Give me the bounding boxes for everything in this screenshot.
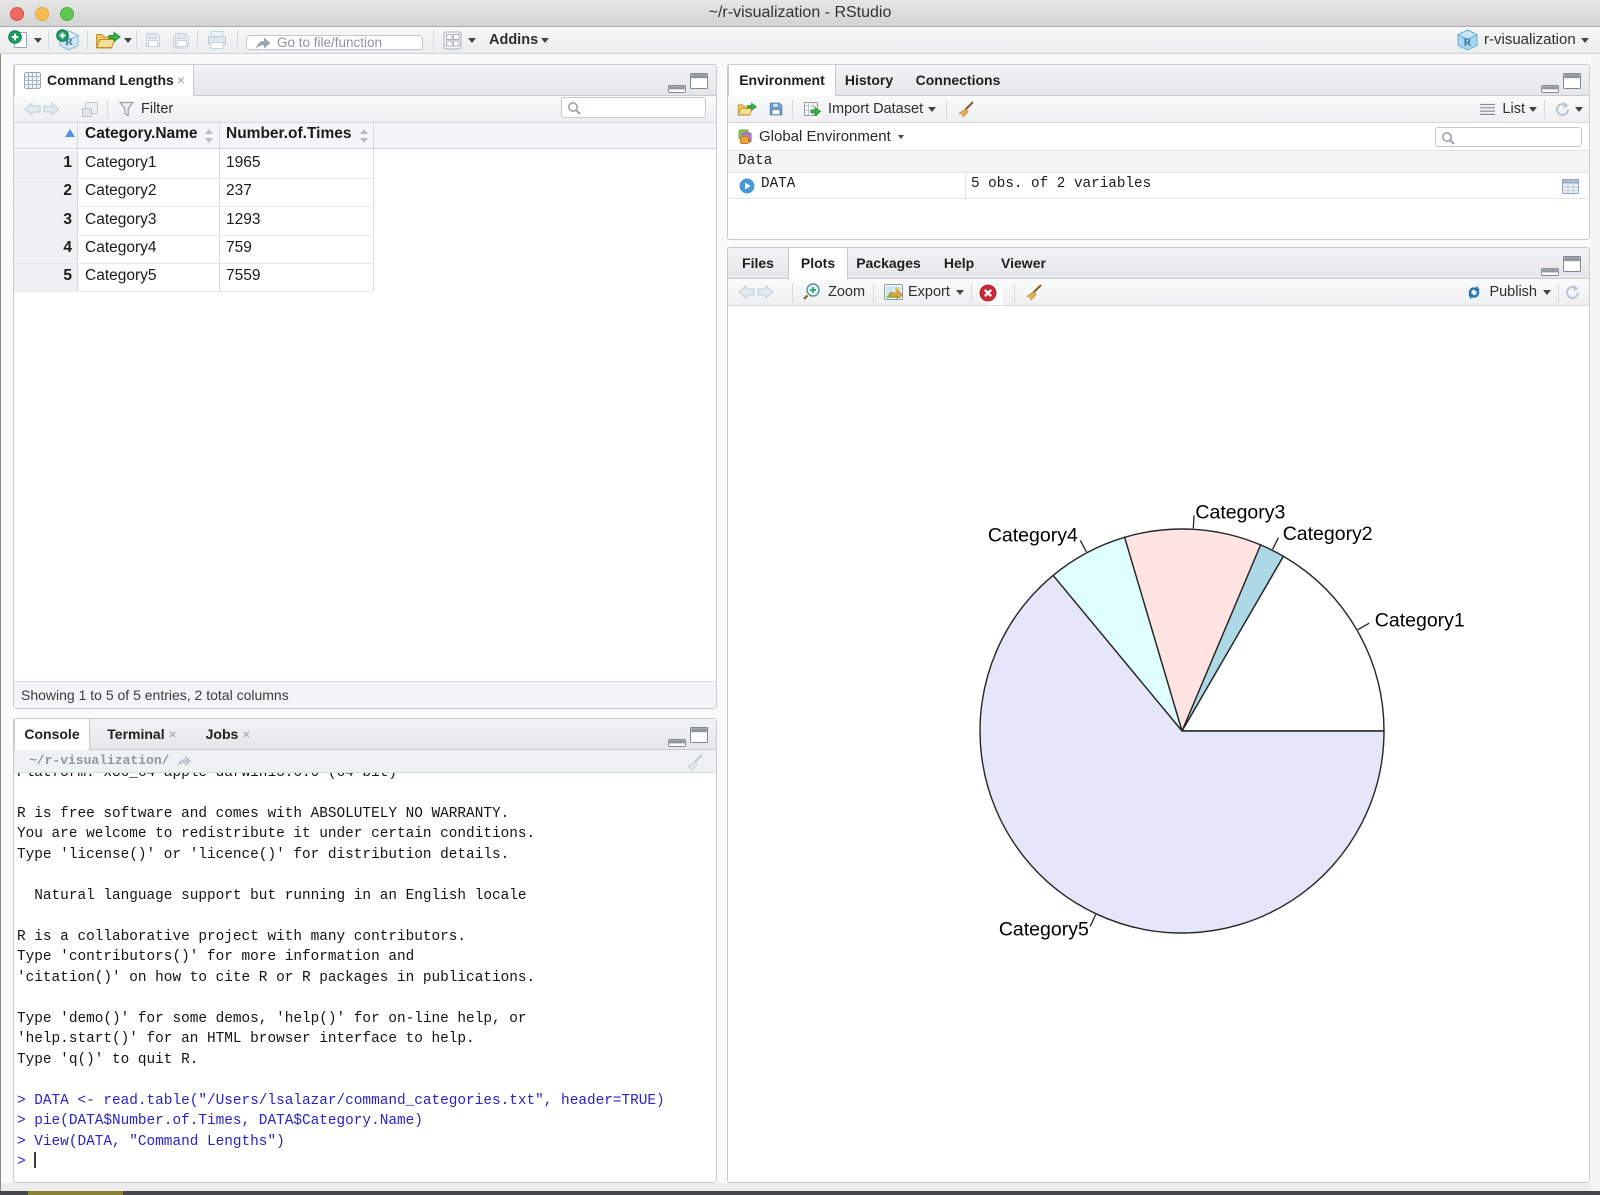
svg-text:Category3: Category3 [1195,502,1285,524]
svg-text:Category4: Category4 [988,524,1078,546]
svg-text:R: R [1464,37,1473,49]
svg-text:Category5: Category5 [999,919,1089,941]
svg-text:Category1: Category1 [1375,610,1465,632]
svg-text:Category2: Category2 [1283,523,1373,545]
